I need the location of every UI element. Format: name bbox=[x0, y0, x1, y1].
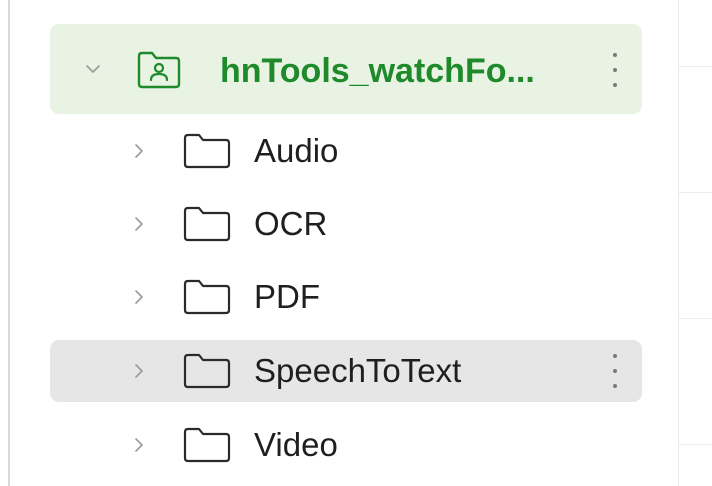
tree-item-label: Audio bbox=[254, 132, 339, 169]
tree-item-speechtotext[interactable]: SpeechToText bbox=[50, 340, 642, 402]
chevron-right-icon[interactable] bbox=[130, 436, 148, 454]
chevron-right-icon[interactable] bbox=[130, 362, 148, 380]
tree-root-label: hnTools_watchFo... bbox=[220, 52, 535, 90]
file-tree-panel: hnTools_watchFo... Audio OCR PDF SpeechT… bbox=[0, 0, 712, 486]
tree-item-video[interactable]: Video bbox=[50, 414, 642, 476]
folder-icon bbox=[183, 206, 231, 242]
panel-right-divider bbox=[678, 0, 679, 486]
divider-line bbox=[679, 444, 712, 445]
more-options-icon[interactable] bbox=[609, 51, 621, 91]
divider-line bbox=[679, 66, 712, 67]
shared-folder-icon bbox=[137, 51, 181, 89]
tree-item-audio[interactable]: Audio bbox=[50, 120, 642, 182]
folder-icon bbox=[183, 427, 231, 463]
tree-root-row[interactable]: hnTools_watchFo... bbox=[50, 24, 642, 114]
panel-left-border bbox=[8, 0, 10, 486]
more-options-icon[interactable] bbox=[609, 352, 621, 392]
chevron-right-icon[interactable] bbox=[130, 215, 148, 233]
folder-icon bbox=[183, 353, 231, 389]
chevron-right-icon[interactable] bbox=[130, 142, 148, 160]
tree-item-label: OCR bbox=[254, 205, 328, 242]
tree-item-label: Video bbox=[254, 426, 338, 463]
divider-line bbox=[679, 192, 712, 193]
divider-line bbox=[679, 318, 712, 319]
tree-item-label: PDF bbox=[254, 278, 320, 315]
folder-icon bbox=[183, 133, 231, 169]
tree-item-ocr[interactable]: OCR bbox=[50, 193, 642, 255]
tree-item-pdf[interactable]: PDF bbox=[50, 266, 642, 328]
chevron-right-icon[interactable] bbox=[130, 288, 148, 306]
tree-item-label: SpeechToText bbox=[254, 352, 462, 389]
folder-icon bbox=[183, 279, 231, 315]
folder-tree: hnTools_watchFo... Audio OCR PDF SpeechT… bbox=[50, 0, 642, 486]
chevron-down-icon[interactable] bbox=[84, 60, 102, 78]
